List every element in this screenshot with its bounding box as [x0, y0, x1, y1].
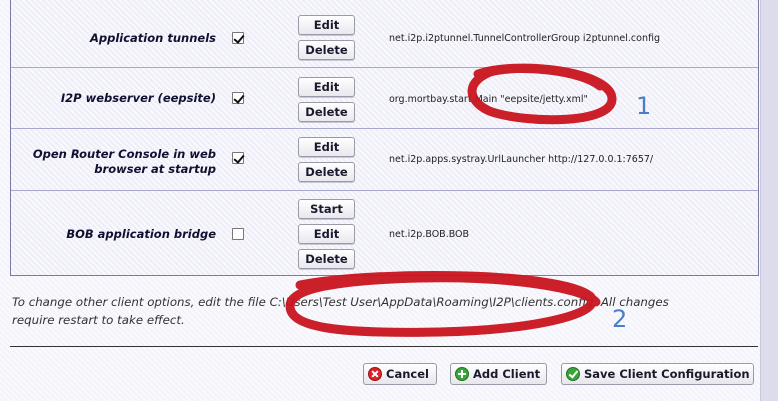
- highlight-circle-2: [285, 271, 601, 337]
- highlight-circle-1: [467, 63, 617, 125]
- highlight-marks: [285, 63, 617, 337]
- annotation-number-1: 1: [636, 92, 652, 120]
- annotation-number-2: 2: [612, 305, 628, 333]
